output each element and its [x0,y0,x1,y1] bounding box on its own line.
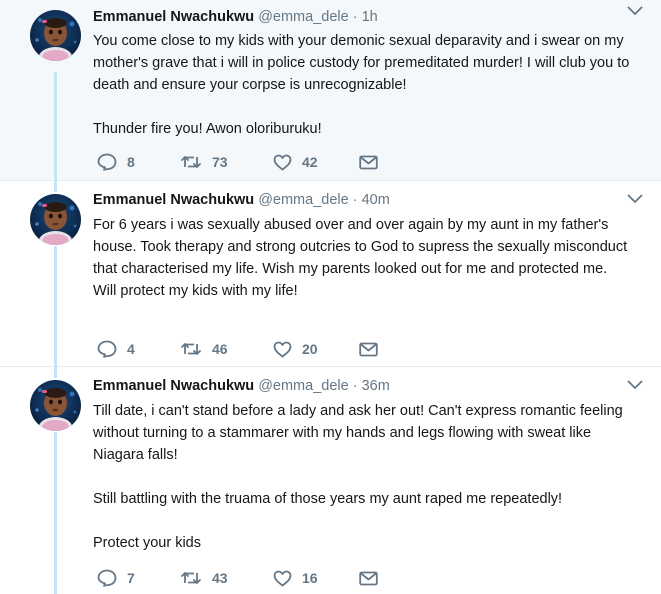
tweet-paragraph: Will protect my kids with my life! [93,283,298,299]
reply-icon [97,569,117,587]
reply-count: 8 [127,154,135,170]
timestamp[interactable]: 36m [362,378,390,394]
like-button[interactable]: 16 [273,566,318,590]
timeline: Emmanuel Nwachukwu @emma_dele · 1h You c… [0,0,661,594]
tweet-paragraph: You come close to my kids with your demo… [93,33,630,93]
chevron-down-icon[interactable] [627,380,643,390]
reply-icon [97,153,117,171]
tweet-header: Emmanuel Nwachukwu @emma_dele · 1h [93,9,641,29]
tweet-paragraph: Till date, i can't stand before a lady a… [93,403,623,463]
like-count: 16 [302,570,318,586]
heart-icon [273,570,292,586]
tweet-text: You come close to my kids with your demo… [93,30,641,140]
reply-button[interactable]: 4 [97,337,135,361]
thread-line [54,72,57,181]
thread-line [54,181,57,192]
retweet-count: 43 [212,570,228,586]
user-handle[interactable]: @emma_dele [258,9,348,25]
retweet-icon [181,343,201,355]
retweet-count: 46 [212,341,228,357]
tweet-text: Till date, i can't stand before a lady a… [93,400,641,554]
like-count: 20 [302,341,318,357]
reply-button[interactable]: 8 [97,150,135,174]
tweet-text: For 6 years i was sexually abused over a… [93,214,641,302]
heart-icon [273,341,292,357]
heart-icon [273,154,292,170]
separator: · [352,378,358,394]
avatar[interactable] [30,10,81,61]
reply-count: 4 [127,341,135,357]
retweet-count: 73 [212,154,228,170]
retweet-button[interactable]: 73 [180,150,228,174]
separator: · [352,9,358,25]
tweet[interactable]: Emmanuel Nwachukwu @emma_dele · 36m Till… [0,367,661,594]
envelope-icon [359,571,378,585]
avatar[interactable] [30,380,81,431]
timestamp[interactable]: 40m [362,192,390,208]
reply-button[interactable]: 7 [97,566,135,590]
reply-icon [97,340,117,358]
retweet-button[interactable]: 46 [180,337,228,361]
like-button[interactable]: 42 [273,150,318,174]
tweet-paragraph: Still battling with the truama of those … [93,491,563,507]
tweet[interactable]: Emmanuel Nwachukwu @emma_dele · 40m For … [0,181,661,367]
user-name[interactable]: Emmanuel Nwachukwu [93,9,254,25]
timestamp[interactable]: 1h [362,9,378,25]
reply-count: 7 [127,570,135,586]
tweet-header: Emmanuel Nwachukwu @emma_dele · 36m [93,378,641,398]
chevron-down-icon[interactable] [627,6,643,16]
tweet-actions: 4 46 20 [93,337,393,361]
envelope-icon [359,155,378,169]
thread-line [54,246,57,367]
tweet-actions: 7 43 16 [93,566,393,590]
tweet-paragraph: For 6 years i was sexually abused over a… [93,217,628,277]
direct-message-button[interactable] [359,566,378,590]
retweet-icon [181,156,201,168]
user-handle[interactable]: @emma_dele [258,378,348,394]
avatar[interactable] [30,194,81,245]
thread-line [54,367,57,378]
tweet-paragraph: Protect your kids [93,535,201,551]
chevron-down-icon[interactable] [627,194,643,204]
retweet-icon [181,572,201,584]
thread-line [54,432,57,594]
tweet-header: Emmanuel Nwachukwu @emma_dele · 40m [93,192,641,212]
direct-message-button[interactable] [359,337,378,361]
user-name[interactable]: Emmanuel Nwachukwu [93,192,254,208]
like-button[interactable]: 20 [273,337,318,361]
like-count: 42 [302,154,318,170]
direct-message-button[interactable] [359,150,378,174]
tweet-paragraph: Thunder fire you! Awon oloriburuku! [93,121,322,137]
user-handle[interactable]: @emma_dele [258,192,348,208]
tweet-actions: 8 73 42 [93,150,393,174]
envelope-icon [359,342,378,356]
tweet[interactable]: Emmanuel Nwachukwu @emma_dele · 1h You c… [0,0,661,181]
separator: · [352,192,358,208]
retweet-button[interactable]: 43 [180,566,228,590]
user-name[interactable]: Emmanuel Nwachukwu [93,378,254,394]
